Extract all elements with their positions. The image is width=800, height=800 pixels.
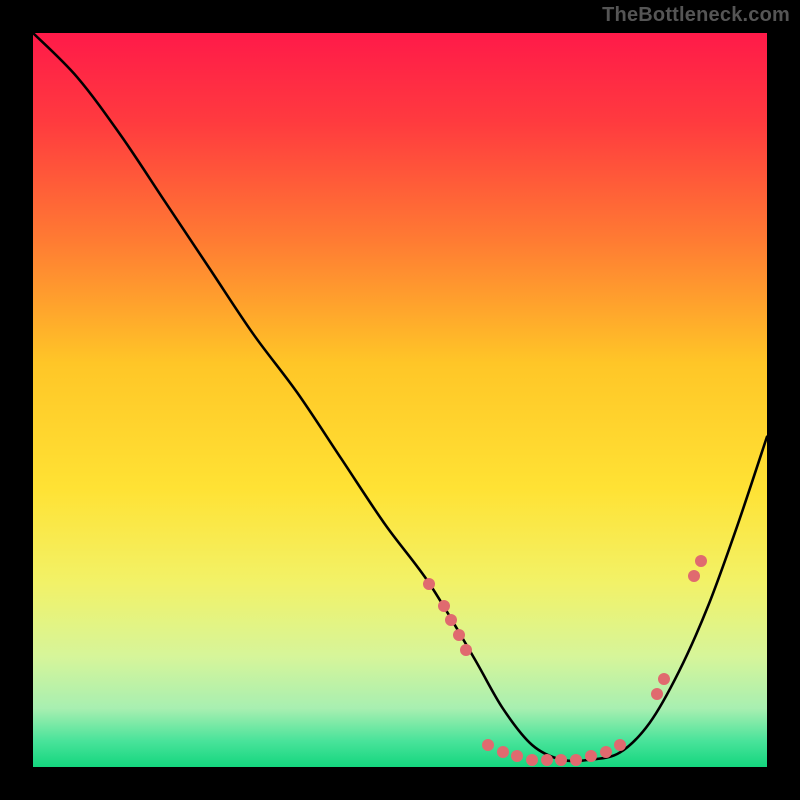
data-marker [511, 750, 523, 762]
data-marker [658, 673, 670, 685]
data-marker [497, 746, 509, 758]
data-markers [33, 33, 767, 767]
watermark-text: TheBottleneck.com [602, 4, 790, 27]
data-marker [695, 555, 707, 567]
data-marker [445, 614, 457, 626]
data-marker [555, 754, 567, 766]
data-marker [614, 739, 626, 751]
data-marker [423, 578, 435, 590]
data-marker [460, 644, 472, 656]
data-marker [541, 754, 553, 766]
data-marker [585, 750, 597, 762]
data-marker [600, 746, 612, 758]
data-marker [651, 688, 663, 700]
data-marker [438, 600, 450, 612]
data-marker [482, 739, 494, 751]
data-marker [688, 570, 700, 582]
data-marker [526, 754, 538, 766]
data-marker [453, 629, 465, 641]
plot-area [33, 33, 767, 767]
data-marker [570, 754, 582, 766]
chart-frame: TheBottleneck.com [0, 0, 800, 800]
